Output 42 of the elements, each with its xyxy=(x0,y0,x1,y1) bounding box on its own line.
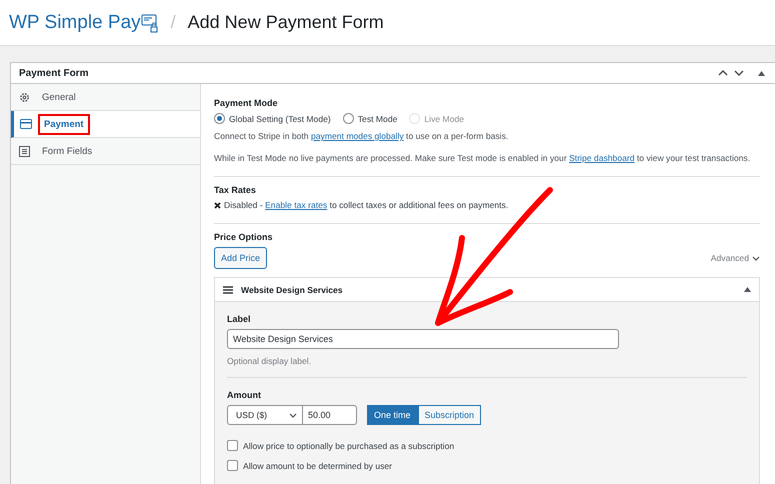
radio-option[interactable]: Global Setting (Test Mode) xyxy=(214,113,331,124)
section-title: Price Options xyxy=(214,232,274,242)
price-type-toggle[interactable]: One time xyxy=(367,405,418,425)
label-input[interactable]: Website Design Services xyxy=(227,329,619,349)
price-name: Website Design Services xyxy=(241,284,344,294)
section-title: Payment Mode xyxy=(214,98,279,108)
collapse-triangle-icon[interactable] xyxy=(758,70,765,76)
checkbox[interactable] xyxy=(227,440,238,451)
chevron-down-icon[interactable] xyxy=(734,70,744,76)
amount-input[interactable]: 50.00 xyxy=(303,405,357,425)
x-icon xyxy=(214,202,221,208)
add-price-button[interactable]: Add Price xyxy=(214,247,268,269)
gear-icon xyxy=(19,92,30,102)
help-text: Connect to Stripe in both payment modes globally to use on a per-form basis. xyxy=(214,131,510,141)
checkbox[interactable] xyxy=(227,460,238,471)
advanced-toggle[interactable]: Advanced xyxy=(710,253,760,263)
price-type-toggle[interactable]: Subscription xyxy=(418,405,482,425)
field-label: Label xyxy=(227,314,252,324)
checkbox-option[interactable]: Allow price to optionally be purchased as a subscription xyxy=(227,440,747,451)
page-title: Add New Payment Form xyxy=(188,12,384,33)
chevron-down-icon xyxy=(752,256,760,260)
breadcrumb-separator: / xyxy=(170,12,176,33)
currency-select[interactable]: USD ($) xyxy=(227,405,303,425)
logo: WP Simple Pay xyxy=(9,12,159,34)
document-icon xyxy=(19,146,30,156)
help-text: While in Test Mode no live payments are processed. Make sure Test mode is enabled in your Stripe dashboard to view your test transactions. xyxy=(214,153,752,163)
chevron-up-icon[interactable] xyxy=(718,70,728,76)
panel-title: Payment Form xyxy=(19,68,88,78)
collapse-triangle-icon[interactable] xyxy=(744,287,751,292)
checkbox-option[interactable]: Allow amount to be determined by user xyxy=(227,460,747,471)
text-link[interactable]: Stripe dashboard xyxy=(569,153,635,163)
section-title: Tax Rates xyxy=(214,185,257,195)
drag-handle-icon[interactable] xyxy=(223,286,233,294)
credit-card-icon xyxy=(20,119,32,129)
radio-option[interactable]: Test Mode xyxy=(342,113,398,124)
help-text: Optional display label. xyxy=(227,356,312,366)
field-label: Amount xyxy=(227,390,262,400)
text-link[interactable]: payment modes globally xyxy=(310,131,404,141)
text-link[interactable]: Enable tax rates xyxy=(265,200,328,210)
sidebar-tab[interactable]: Payment xyxy=(11,111,200,138)
chevron-down-icon xyxy=(289,412,297,418)
tax-status-text: Disabled - Enable tax rates to collect taxes or additional fees on payments. xyxy=(224,200,508,210)
